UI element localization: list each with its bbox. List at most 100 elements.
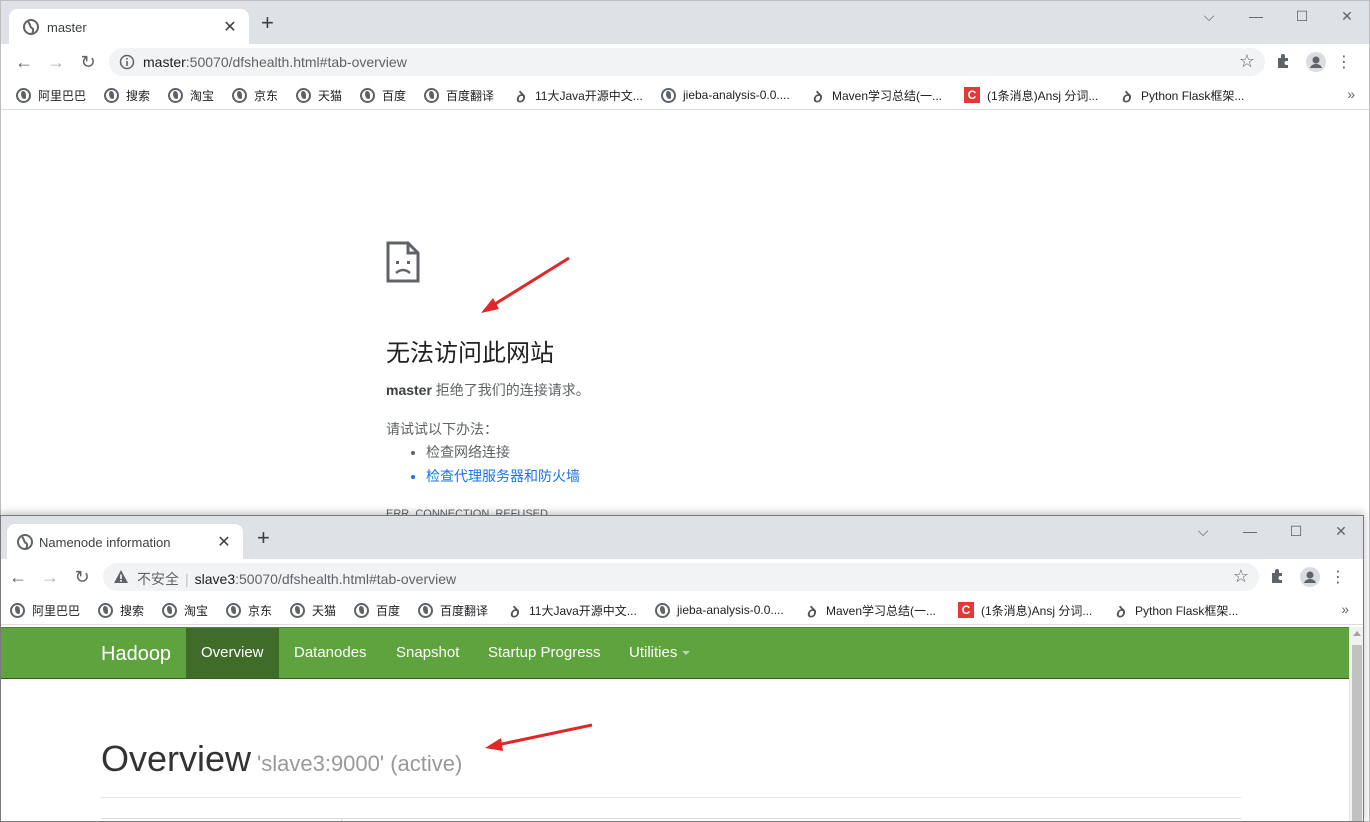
- error-host: master: [386, 382, 432, 398]
- globe-icon: [16, 87, 31, 103]
- menu-kebab-icon[interactable]: ⋮: [1328, 567, 1348, 587]
- bookmark-label: 京东: [254, 88, 279, 103]
- globe-icon: [661, 87, 676, 103]
- nav-overview[interactable]: Overview: [186, 628, 279, 678]
- url-path: :50070/dfshealth.html#tab-overview: [235, 571, 457, 587]
- annotation-arrow: [485, 723, 593, 751]
- bookmark-item[interactable]: C (1条消息)Ansj 分词...: [964, 86, 1098, 104]
- bookmark-item[interactable]: 百度: [360, 86, 406, 104]
- globe-icon: [232, 87, 247, 103]
- globe-icon: [98, 602, 113, 618]
- w-logo-icon: ꝺ: [1121, 89, 1131, 106]
- hadoop-navbar: Hadoop Overview Datanodes Snapshot Start…: [1, 627, 1349, 679]
- maximize-icon[interactable]: ☐: [1279, 1, 1325, 35]
- bookmarks-overflow-icon[interactable]: »: [1347, 86, 1355, 102]
- w-logo-icon: ꝺ: [515, 89, 525, 106]
- info-icon[interactable]: [119, 54, 135, 70]
- minimize-icon[interactable]: —: [1233, 1, 1279, 35]
- security-label: 不安全: [137, 571, 179, 587]
- page-title: Overview: [101, 738, 252, 779]
- new-tab-button[interactable]: +: [261, 12, 274, 34]
- menu-kebab-icon[interactable]: ⋮: [1334, 52, 1354, 72]
- bookmark-label: 百度: [382, 88, 407, 103]
- back-arrow-icon[interactable]: ←: [12, 50, 36, 74]
- bookmarks-overflow-icon[interactable]: »: [1341, 601, 1349, 617]
- close-window-icon[interactable]: ✕: [1318, 516, 1363, 550]
- bookmark-label: Maven学习总结(一...: [826, 603, 937, 618]
- bookmark-label: 11大Java开源中文...: [529, 603, 637, 618]
- bookmark-item[interactable]: 淘宝: [168, 86, 214, 104]
- bookmark-label: 11大Java开源中文...: [535, 88, 643, 103]
- bookmark-item[interactable]: ꝺ Maven学习总结(一...: [803, 601, 937, 622]
- new-tab-button[interactable]: +: [257, 527, 270, 549]
- minimize-icon[interactable]: —: [1227, 516, 1273, 550]
- bookmark-item[interactable]: ꝺ 11大Java开源中文...: [506, 601, 637, 622]
- reload-icon[interactable]: ↻: [76, 50, 100, 74]
- bookmark-item[interactable]: ꝺ Maven学习总结(一...: [809, 86, 943, 107]
- bookmark-item[interactable]: 京东: [226, 601, 272, 619]
- chevron-down-icon[interactable]: ⌵: [1186, 1, 1232, 35]
- address-bar[interactable]: 不安全 | slave3:50070/dfshealth.html#tab-over…: [103, 563, 1259, 591]
- scroll-up-icon[interactable]: [1353, 631, 1361, 636]
- bookmark-item[interactable]: C (1条消息)Ansj 分词...: [958, 601, 1092, 619]
- bookmark-star-icon[interactable]: ☆: [1233, 566, 1249, 587]
- bookmark-item[interactable]: ꝺ 11大Java开源中文...: [512, 86, 643, 107]
- chevron-down-icon[interactable]: ⌵: [1180, 516, 1226, 550]
- back-arrow-icon[interactable]: ←: [6, 565, 30, 589]
- bookmarks-bar: » 阿里巴巴 搜索 淘宝 京东 天猫 百度 百度翻译 ꝺ 11大Java开源中文... jieba…: [1, 595, 1363, 625]
- forward-arrow-icon[interactable]: →: [38, 565, 62, 589]
- bookmark-label: (1条消息)Ansj 分词...: [987, 88, 1099, 103]
- warning-triangle-icon[interactable]: [113, 569, 129, 585]
- w-logo-icon: ꝺ: [812, 89, 822, 106]
- nav-utilities[interactable]: Utilities: [614, 628, 705, 678]
- bookmark-item[interactable]: 淘宝: [162, 601, 208, 619]
- address-bar[interactable]: master:50070/dfshealth.html#tab-overview…: [109, 48, 1265, 76]
- bookmark-star-icon[interactable]: ☆: [1239, 51, 1255, 72]
- bookmark-item[interactable]: 京东: [232, 86, 278, 104]
- globe-icon: [290, 602, 305, 618]
- close-window-icon[interactable]: ✕: [1324, 1, 1369, 35]
- nav-snapshot[interactable]: Snapshot: [381, 628, 474, 678]
- bookmark-item[interactable]: 阿里巴巴: [16, 86, 86, 104]
- bookmark-label: 天猫: [318, 88, 343, 103]
- bookmark-item[interactable]: jieba-analysis-0.0....: [661, 86, 790, 104]
- extensions-puzzle-icon[interactable]: [1268, 567, 1288, 587]
- tab-title: master: [47, 20, 87, 35]
- suggestion-link-proxy[interactable]: 检查代理服务器和防火墙: [426, 466, 580, 490]
- bookmark-item[interactable]: 百度: [354, 601, 400, 619]
- close-tab-icon[interactable]: ✕: [221, 17, 239, 37]
- bookmark-label: 阿里巴巴: [32, 603, 81, 618]
- bookmark-item[interactable]: ꝺ Python Flask框架...: [1118, 86, 1245, 107]
- maximize-icon[interactable]: ☐: [1273, 516, 1319, 550]
- nav-startup-progress[interactable]: Startup Progress: [473, 628, 616, 678]
- page-scrollbar[interactable]: [1349, 627, 1363, 821]
- forward-arrow-icon[interactable]: →: [44, 50, 68, 74]
- bookmark-item[interactable]: jieba-analysis-0.0....: [655, 601, 784, 619]
- bookmark-item[interactable]: 百度翻译: [418, 601, 488, 619]
- profile-avatar-icon[interactable]: [1306, 52, 1326, 72]
- bookmark-item[interactable]: 百度翻译: [424, 86, 494, 104]
- url-host: master: [143, 54, 186, 70]
- profile-avatar-icon[interactable]: [1300, 567, 1320, 587]
- hadoop-brand[interactable]: Hadoop: [101, 643, 171, 666]
- overview-heading: Overview'slave3:9000' (active): [101, 738, 462, 780]
- extensions-puzzle-icon[interactable]: [1274, 52, 1294, 72]
- close-tab-icon[interactable]: ✕: [215, 532, 233, 552]
- bookmark-item[interactable]: 搜索: [104, 86, 150, 104]
- bookmark-label: Python Flask框架...: [1135, 603, 1239, 618]
- tab-master[interactable]: master ✕: [9, 9, 249, 44]
- bookmark-item[interactable]: 天猫: [290, 601, 336, 619]
- globe-icon: [418, 602, 433, 618]
- tab-namenode[interactable]: Namenode information ✕: [7, 524, 243, 559]
- bookmark-item[interactable]: 搜索: [98, 601, 144, 619]
- reload-icon[interactable]: ↻: [70, 565, 94, 589]
- bookmark-item[interactable]: 阿里巴巴: [10, 601, 80, 619]
- globe-icon: [424, 87, 439, 103]
- tab-strip: master ✕ + ⌵ — ☐ ✕: [1, 1, 1369, 44]
- scrollbar-thumb[interactable]: [1352, 645, 1362, 821]
- nav-datanodes[interactable]: Datanodes: [279, 628, 382, 678]
- error-description: master 拒绝了我们的连接请求。: [386, 380, 590, 400]
- bookmark-item[interactable]: ꝺ Python Flask框架...: [1112, 601, 1239, 622]
- bookmark-item[interactable]: 天猫: [296, 86, 342, 104]
- try-heading: 请试试以下办法：: [386, 421, 498, 437]
